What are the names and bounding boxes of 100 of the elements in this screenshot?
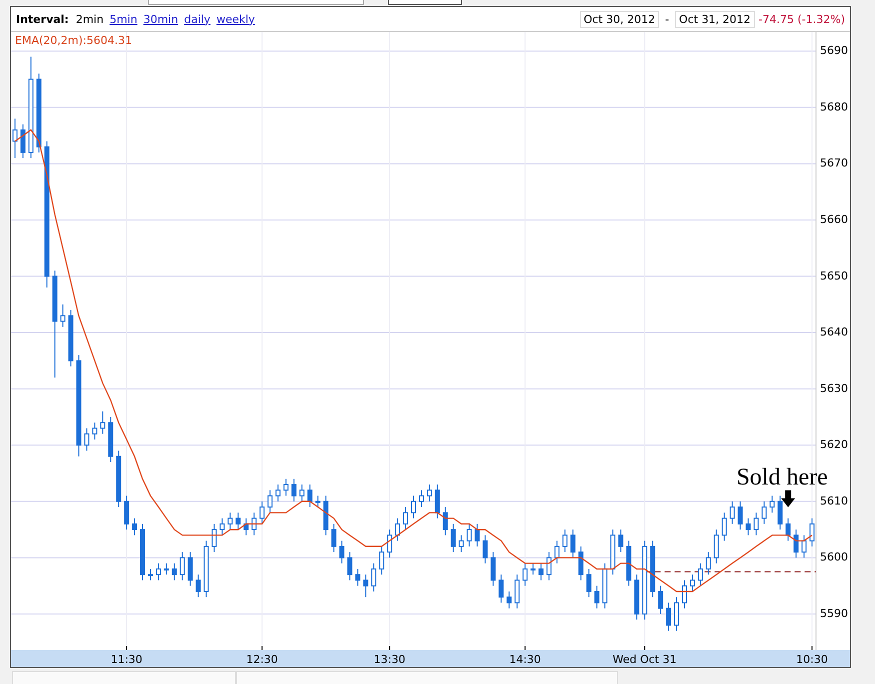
candlestick	[554, 540, 560, 564]
candlestick	[762, 500, 767, 524]
candlestick	[276, 484, 280, 502]
axis-tick-label: 12:30	[246, 653, 278, 666]
start-date-field[interactable]: Oct 30, 2012	[580, 10, 660, 28]
candlestick	[426, 484, 432, 502]
candlestick	[498, 574, 504, 604]
candlestick	[395, 518, 400, 542]
candlestick	[252, 512, 257, 536]
candlestick	[786, 518, 791, 542]
candlestick	[658, 585, 664, 614]
candlestick	[682, 580, 687, 609]
axis-tick-label: 5660	[820, 213, 848, 226]
candlestick	[634, 574, 640, 620]
candlestick	[140, 523, 145, 581]
candlestick	[148, 568, 153, 581]
candlestick	[379, 546, 384, 576]
interval-label: Interval:	[16, 12, 69, 26]
axis-tick-label: 5690	[820, 44, 848, 58]
interval-link[interactable]: 2min	[76, 12, 104, 26]
candlestick	[466, 523, 472, 547]
candlestick	[674, 596, 680, 632]
candlestick	[778, 495, 783, 530]
candlestick	[746, 518, 751, 536]
candlestick	[236, 512, 241, 530]
candlestick	[180, 552, 185, 581]
axis-tick-label: 13:30	[374, 653, 406, 666]
candlestick	[108, 416, 114, 462]
candlestick	[650, 540, 656, 598]
indicator-name: EMA(20,2m)	[15, 34, 83, 47]
candlestick	[411, 495, 416, 519]
candlestick	[20, 124, 26, 159]
candlestick	[268, 490, 273, 514]
candlestick	[546, 552, 552, 581]
axis-tick-label: 5680	[820, 100, 848, 114]
candlestick	[339, 540, 344, 564]
candlestick	[770, 495, 775, 514]
interval-link[interactable]: daily	[184, 12, 210, 26]
axis-tick-label: 5610	[820, 494, 848, 508]
candlestick	[228, 512, 233, 530]
candlestick	[722, 512, 727, 542]
candlestick	[132, 518, 138, 536]
candlestick	[754, 512, 759, 536]
axis-tick-label: 5640	[820, 326, 848, 339]
candlestick	[706, 552, 711, 576]
candlestick	[666, 602, 672, 632]
candlestick	[450, 523, 456, 553]
candlestick	[514, 574, 520, 609]
candlestick	[698, 562, 703, 586]
candlestick	[156, 562, 161, 581]
candlestick	[371, 562, 376, 592]
candlestick	[331, 523, 336, 553]
interval-link[interactable]: 30min	[143, 12, 178, 26]
candlestick	[323, 495, 328, 536]
candlestick	[172, 562, 177, 581]
candlestick	[610, 529, 616, 576]
candlestick	[244, 518, 249, 536]
candlestick	[347, 552, 352, 581]
candlestick	[522, 562, 528, 586]
end-date-field[interactable]: Oct 31, 2012	[675, 10, 755, 28]
candlestick	[307, 484, 312, 508]
candlestick	[730, 500, 735, 524]
axis-tick-label: 14:30	[509, 653, 541, 666]
candlestick	[403, 506, 408, 530]
candlestick	[68, 310, 74, 367]
candlestick	[100, 410, 106, 434]
interval-link[interactable]: weekly	[216, 12, 255, 26]
candlestick	[363, 574, 368, 598]
candlestick	[283, 478, 288, 496]
candlestick	[315, 495, 320, 508]
axis-tick-label: 5670	[820, 156, 848, 170]
candlestick	[116, 450, 122, 508]
candlestick	[570, 529, 576, 558]
candlestick	[802, 534, 807, 558]
axis-tick-label: 5620	[820, 438, 848, 452]
axis-tick-label: 10:30	[796, 653, 828, 666]
candlestick	[458, 534, 464, 553]
candlestick	[794, 529, 799, 558]
candlestick	[690, 574, 695, 592]
candlestick	[442, 506, 448, 536]
candlestick	[299, 484, 304, 502]
interval-link[interactable]: 5min	[110, 12, 138, 26]
candlestick	[188, 552, 193, 586]
candlestick	[538, 562, 544, 581]
candlestick	[434, 484, 440, 519]
axis-tick-label: 5600	[820, 550, 848, 564]
indicator-value: :5604.31	[82, 34, 132, 47]
candlestick	[60, 304, 66, 328]
candlestick	[578, 546, 584, 581]
candlestick	[474, 523, 480, 547]
axis-tick-label: 11:30	[110, 653, 142, 666]
candlestick	[164, 562, 169, 576]
candlestick	[562, 529, 568, 553]
candlestick	[124, 495, 130, 530]
price-change: -74.75 (-1.32%)	[758, 12, 845, 26]
candlestick	[92, 422, 98, 440]
candlestick	[602, 562, 608, 609]
axis-tick-label: 5630	[820, 382, 848, 395]
candlestick	[626, 540, 632, 586]
candlestick	[810, 518, 815, 547]
